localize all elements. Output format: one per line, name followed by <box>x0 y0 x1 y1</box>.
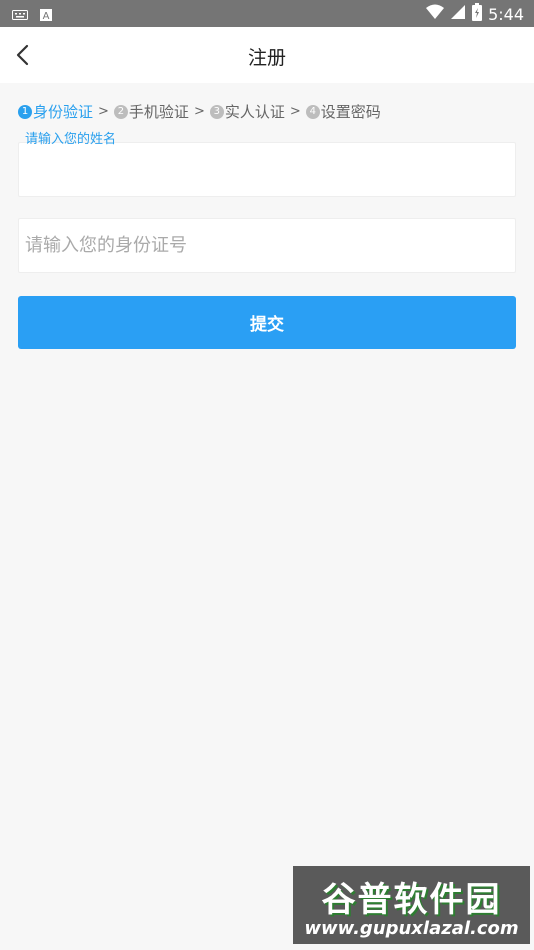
status-bar: A 5:44 <box>0 0 534 27</box>
status-time: 5:44 <box>488 4 524 24</box>
submit-button[interactable]: 提交 <box>18 296 516 349</box>
id-field-container <box>18 218 516 273</box>
step-label: 手机验证 <box>128 103 189 121</box>
step-separator: > <box>98 104 109 119</box>
keyboard-icon <box>12 6 28 25</box>
step-separator: > <box>289 104 301 119</box>
step-password: 4 设置密码 <box>305 101 381 122</box>
app-header: 注册 <box>0 27 534 83</box>
name-input[interactable] <box>19 143 515 196</box>
step-phone: 2 手机验证 <box>113 101 189 122</box>
wifi-icon <box>426 4 445 24</box>
step-realname: 3 实人认证 <box>209 101 285 122</box>
step-indicator: 1 身份验证 > 2 手机验证 > 3 实人认证 > 4 设置密码 <box>18 101 381 122</box>
page-title: 注册 <box>247 47 286 69</box>
step-number-1: 1 <box>18 104 32 119</box>
watermark-logo: 谷普软件园 www.gupuxlazal.com <box>293 866 530 944</box>
a-icon: A <box>40 6 52 25</box>
status-left-icons: A <box>12 6 52 25</box>
watermark-text: 谷普软件园 <box>321 880 502 920</box>
battery-icon <box>472 3 483 25</box>
svg-text:A: A <box>43 11 50 21</box>
step-number-2: 2 <box>113 104 128 119</box>
step-label: 实人认证 <box>224 103 285 121</box>
watermark-url: www.gupuxlazal.com <box>304 918 519 939</box>
name-field-label: 请输入您的姓名 <box>25 132 117 147</box>
id-number-input[interactable] <box>19 219 515 272</box>
step-identity: 1 身份验证 <box>18 101 93 122</box>
step-separator: > <box>193 104 205 119</box>
signal-icon <box>450 4 466 24</box>
step-label: 身份验证 <box>33 103 94 121</box>
name-field-container <box>18 142 516 197</box>
status-right-icons: 5:44 <box>426 3 524 25</box>
step-number-3: 3 <box>209 104 224 119</box>
step-label: 设置密码 <box>320 103 381 121</box>
step-number-4: 4 <box>305 104 320 119</box>
